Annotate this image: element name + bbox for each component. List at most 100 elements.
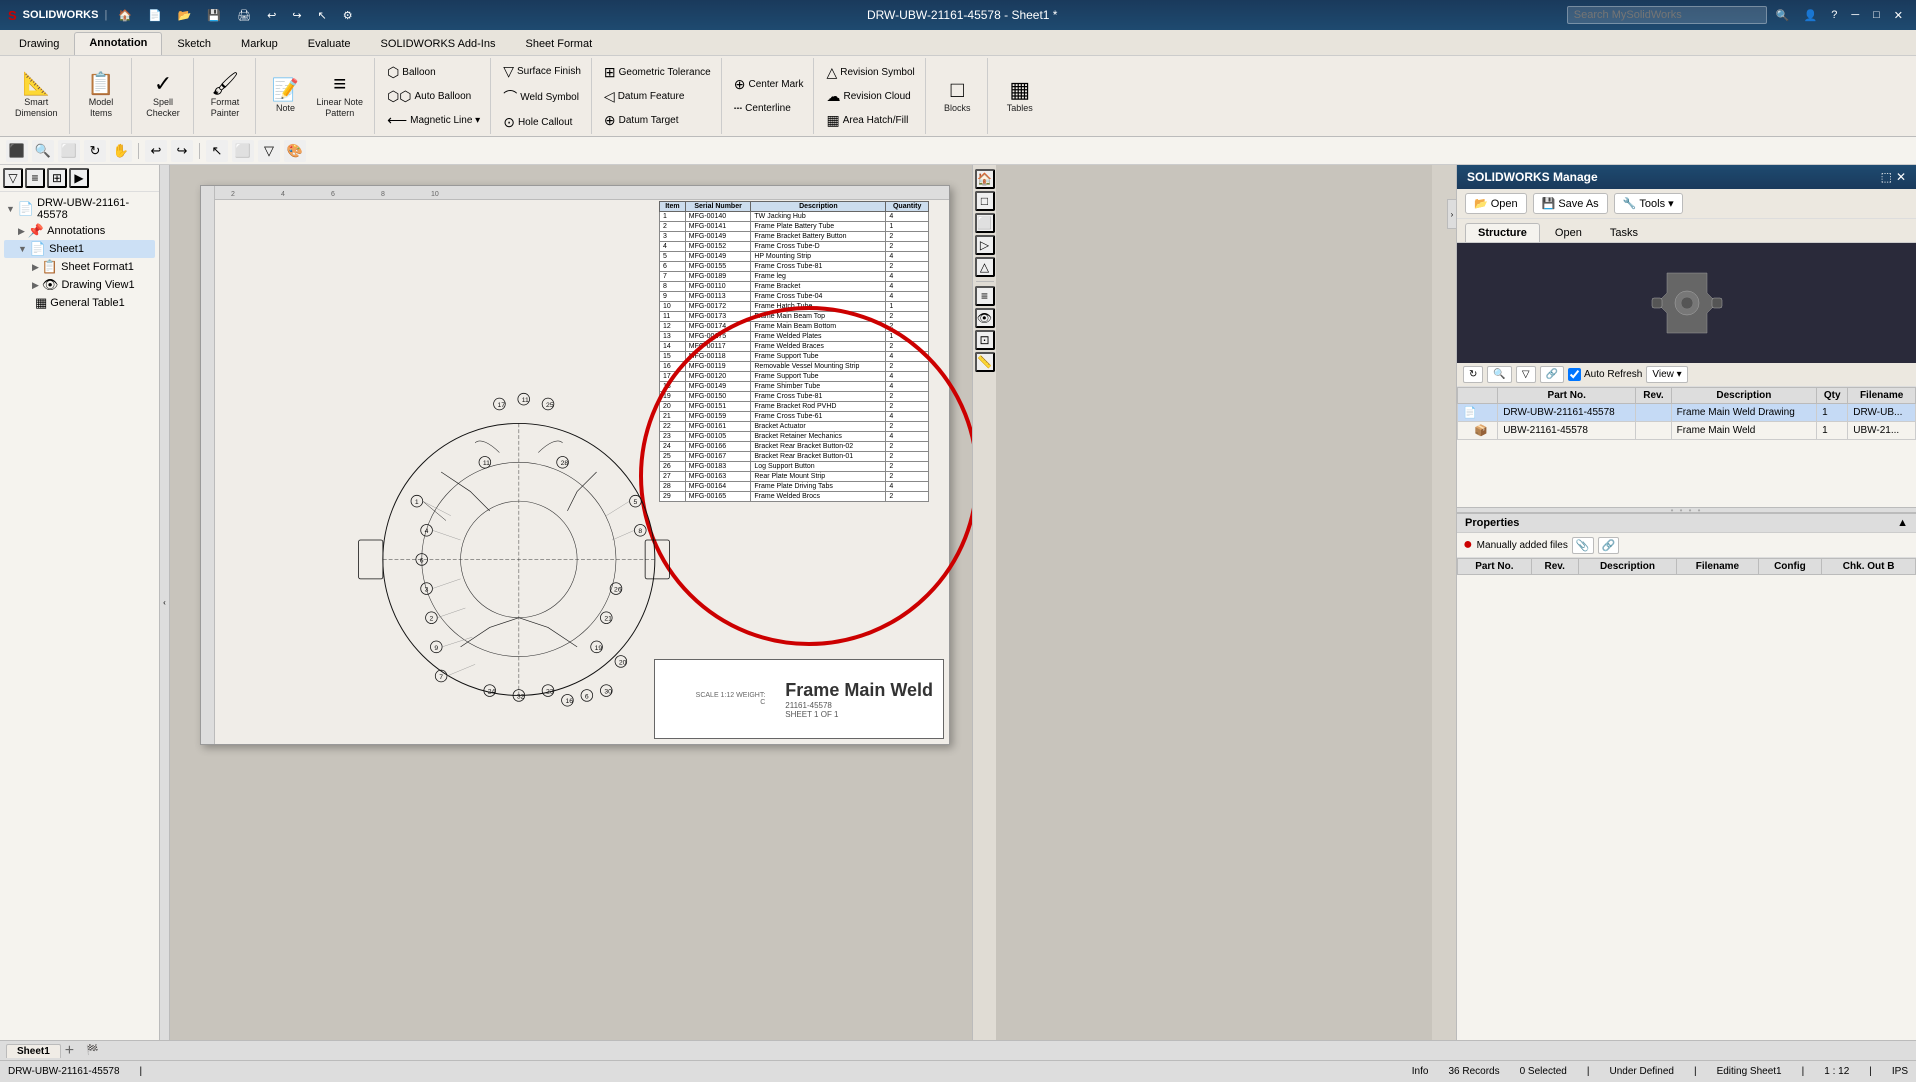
pan-btn[interactable]: ✋ [110,140,132,162]
tree-drawingview-item[interactable]: ▶ 👁 Drawing View1 [4,276,155,294]
geometric-tolerance-btn[interactable]: ⊞ Geometric Tolerance [600,61,715,84]
home-btn[interactable]: 🏠 [113,7,137,24]
search-input[interactable] [1567,6,1767,24]
tree-sheet1-item[interactable]: ▼ 📄 Sheet1 [4,240,155,258]
tree-root-item[interactable]: ▼ 📄 DRW-UBW-21161-45578 [4,196,155,222]
linear-note-btn[interactable]: ≡ Linear NotePattern [312,69,369,123]
filter-btn[interactable]: ▽ [258,140,280,162]
close-btn[interactable]: ✕ [1889,7,1908,24]
tab-addins[interactable]: SOLIDWORKS Add-Ins [366,33,511,55]
new-btn[interactable]: 📄 [143,7,167,24]
select-tool-btn[interactable]: ↖ [206,140,228,162]
search-btn[interactable]: 🔍 [1771,7,1795,24]
rp-tools-btn[interactable]: 🔧 Tools ▾ [1614,193,1683,214]
weld-symbol-btn[interactable]: ⌒ Weld Symbol [499,84,585,110]
open-btn[interactable]: 📂 [173,7,197,24]
revision-cloud-btn[interactable]: ☁ Revision Cloud [822,85,918,108]
tab-markup[interactable]: Markup [226,33,293,55]
rp-refresh-btn[interactable]: ↻ [1463,366,1483,383]
left-collapse-handle[interactable]: ‹ [160,165,170,1040]
properties-collapse-icon[interactable]: ▲ [1897,517,1908,529]
undo-tool-btn[interactable]: ↩ [145,140,167,162]
table-row[interactable]: 📦 UBW-21161-45578 Frame Main Weld 1 UBW-… [1458,422,1916,440]
tree-expand-btn[interactable]: ▶ [69,168,89,188]
zoom-area-btn[interactable]: 🔍 [32,140,54,162]
revision-symbol-btn[interactable]: △ Revision Symbol [822,61,918,84]
tab-annotation[interactable]: Annotation [74,32,162,55]
datum-target-btn[interactable]: ⊕ Datum Target [600,109,715,132]
redo-tool-btn[interactable]: ↪ [171,140,193,162]
view-3d-btn[interactable]: □ [975,191,995,211]
undo-btn[interactable]: ↩ [262,7,281,24]
rp-search-small-btn[interactable]: 🔍 [1487,366,1511,383]
measure-btn[interactable]: 📏 [975,352,995,372]
view-front-btn[interactable]: ⬜ [975,213,995,233]
datum-feature-btn[interactable]: ◁ Datum Feature [600,85,715,108]
maximize-btn[interactable]: □ [1868,7,1885,23]
blocks-btn[interactable]: □ Blocks [935,75,979,118]
tab-drawing[interactable]: Drawing [4,33,74,55]
tree-grid-btn[interactable]: ⊞ [47,168,67,188]
view-top-btn[interactable]: △ [975,257,995,277]
spell-checker-btn[interactable]: ✓ SpellChecker [141,69,185,123]
rp-save-as-btn[interactable]: 💾 Save As [1533,193,1608,214]
tree-filter-btn[interactable]: ▽ [3,168,23,188]
center-mark-btn[interactable]: ⊕ Center Mark [730,73,808,96]
tree-sheetformat-item[interactable]: ▶ 📋 Sheet Format1 [4,258,155,276]
note-btn[interactable]: 📝 Note [264,75,308,118]
rp-tab-open[interactable]: Open [1542,223,1595,242]
balloon-btn[interactable]: ⬡ Balloon [383,61,484,84]
tree-list-btn[interactable]: ≡ [25,168,45,188]
model-items-btn[interactable]: 📋 ModelItems [79,69,123,123]
magnetic-line-btn[interactable]: ⟵ Magnetic Line ▾ [383,109,484,132]
auto-balloon-btn[interactable]: ⬡⬡ Auto Balloon [383,85,484,108]
section-btn[interactable]: ⊡ [975,330,995,350]
rotate-btn[interactable]: ↻ [84,140,106,162]
file-link-btn[interactable]: 🔗 [1598,537,1620,554]
tab-sheetformat[interactable]: Sheet Format [510,33,607,55]
zoom-sheet-btn[interactable]: ⬜ [58,140,80,162]
centerline-btn[interactable]: ┄ Centerline [730,97,808,120]
rp-view-btn[interactable]: View ▾ [1646,366,1687,383]
select-btn[interactable]: ↖ [313,7,332,24]
add-sheet-btn[interactable]: + [65,1042,74,1060]
right-panel-close-btn[interactable]: ✕ [1896,170,1906,184]
user-btn[interactable]: 👤 [1799,7,1823,24]
rp-filter-small-btn[interactable]: ▽ [1516,366,1536,383]
surface-finish-btn[interactable]: ▽ Surface Finish [499,60,585,83]
canvas-area[interactable]: 2 4 6 8 10 Item Serial Number Descriptio… [170,165,1432,1040]
view-home-btn[interactable]: 🏠 [975,169,995,189]
tables-btn[interactable]: ▦ Tables [998,75,1042,118]
hole-callout-btn[interactable]: ⊙ Hole Callout [499,111,585,134]
auto-refresh-checkbox-label[interactable]: Auto Refresh [1568,368,1642,381]
sheet-tab-1[interactable]: Sheet1 [6,1044,61,1058]
rp-tab-tasks[interactable]: Tasks [1597,223,1651,242]
smart-dimension-btn[interactable]: 📐 SmartDimension [10,69,63,123]
view-right-btn[interactable]: ▷ [975,235,995,255]
minimize-btn[interactable]: ─ [1846,7,1864,23]
display-btn[interactable]: 👁 [975,308,995,328]
right-panel-collapse-btn[interactable]: › [1447,199,1457,229]
color-btn[interactable]: 🎨 [284,140,306,162]
tab-sketch[interactable]: Sketch [162,33,226,55]
help-btn[interactable]: ? [1826,7,1842,23]
area-hatch-btn[interactable]: ▦ Area Hatch/Fill [822,109,918,132]
tree-generaltable-item[interactable]: ▦ General Table1 [4,294,155,312]
redo-btn[interactable]: ↪ [287,7,306,24]
table-row[interactable]: 📄 DRW-UBW-21161-45578 Frame Main Weld Dr… [1458,404,1916,422]
auto-refresh-checkbox[interactable] [1568,368,1581,381]
right-panel-expand-btn[interactable]: ⬚ [1881,170,1892,184]
layers-btn[interactable]: ≡ [975,286,995,306]
tree-annotations-item[interactable]: ▶ 📌 Annotations [4,222,155,240]
tab-evaluate[interactable]: Evaluate [293,33,366,55]
file-attach-btn[interactable]: 📎 [1572,537,1594,554]
rp-open-btn[interactable]: 📂 Open [1465,193,1527,214]
zoom-fit-btn[interactable]: ⬛ [6,140,28,162]
rp-tab-structure[interactable]: Structure [1465,223,1540,242]
save-btn[interactable]: 💾 [202,7,226,24]
box-select-btn[interactable]: ⬜ [232,140,254,162]
settings-btn[interactable]: ⚙ [338,7,358,24]
print-btn[interactable]: 🖨 [232,7,256,24]
rp-link-btn[interactable]: 🔗 [1540,366,1564,383]
format-painter-btn[interactable]: 🖌 FormatPainter [203,69,247,123]
